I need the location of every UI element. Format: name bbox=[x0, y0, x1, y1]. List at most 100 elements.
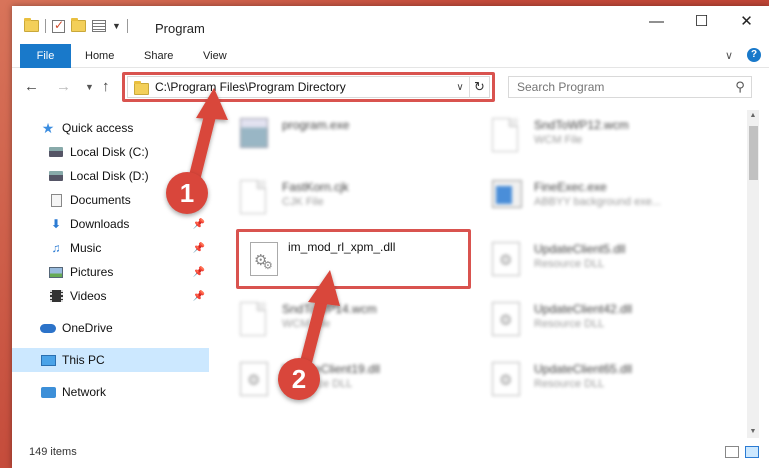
quick-access-toolbar: ▼ bbox=[24, 18, 128, 33]
sidebar-item-local-disk-c[interactable]: Local Disk (C:) bbox=[12, 140, 209, 164]
step-1-badge: 1 bbox=[166, 172, 208, 214]
sidebar-item-label: Local Disk (C:) bbox=[70, 145, 149, 159]
window-controls: — ☐ ✕ bbox=[634, 6, 769, 36]
search-input[interactable] bbox=[509, 80, 729, 94]
file-type: Resource DLL bbox=[534, 318, 605, 330]
file-item[interactable]: ⚙ UpdateClient5.dll Resource DLL bbox=[474, 236, 714, 288]
dll-icon: ⚙ bbox=[492, 362, 522, 400]
sidebar-item-label: Pictures bbox=[70, 265, 114, 279]
new-folder-icon[interactable] bbox=[71, 18, 86, 32]
minimize-button[interactable]: — bbox=[634, 6, 679, 36]
computer-icon bbox=[40, 353, 56, 367]
folder-icon bbox=[24, 18, 39, 32]
video-icon bbox=[48, 289, 64, 303]
address-highlight-box bbox=[122, 72, 495, 102]
file-icon bbox=[492, 118, 522, 156]
properties-icon[interactable] bbox=[92, 20, 106, 32]
file-item[interactable]: FastKorn.cjk CJK File bbox=[222, 174, 462, 226]
large-icons-view-icon[interactable] bbox=[745, 446, 759, 458]
file-name: FineExec.exe bbox=[534, 180, 607, 194]
view-toggle bbox=[725, 446, 759, 458]
cloud-icon bbox=[40, 321, 56, 335]
file-item[interactable]: ⚙ UpdateClient19.dll Resource DLL bbox=[222, 356, 462, 408]
navigation-bar: ← → ▼ ↑ C:\Program Files\Program Directo… bbox=[12, 68, 769, 104]
file-icon bbox=[240, 180, 270, 218]
close-button[interactable]: ✕ bbox=[724, 6, 769, 36]
file-name: UpdateClient5.dll bbox=[534, 242, 626, 256]
pin-icon[interactable]: 📌 bbox=[193, 291, 205, 302]
sidebar-item-onedrive[interactable]: OneDrive bbox=[12, 316, 209, 340]
sidebar-item-videos[interactable]: Videos 📌 bbox=[12, 284, 209, 308]
forward-arrow-icon[interactable]: → bbox=[56, 78, 71, 95]
file-item[interactable]: SndToWP14.wcm WCM File bbox=[222, 296, 462, 348]
file-item[interactable]: SndToWP12.wcm WCM File bbox=[474, 112, 714, 164]
sidebar-item-network[interactable]: Network bbox=[12, 380, 209, 404]
document-icon bbox=[48, 193, 64, 207]
pin-icon[interactable]: 📌 bbox=[193, 219, 205, 230]
search-icon[interactable]: ⚲ bbox=[729, 79, 751, 95]
file-type: WCM File bbox=[282, 318, 331, 330]
ribbon-right-controls: ∨ ? bbox=[725, 48, 761, 62]
file-type: Resource DLL bbox=[534, 378, 605, 390]
properties-check-icon[interactable] bbox=[52, 18, 65, 33]
file-type: ABBYY background exe... bbox=[534, 196, 661, 208]
file-name: UpdateClient65.dll bbox=[534, 362, 633, 376]
sidebar-item-label: Documents bbox=[70, 193, 131, 207]
sidebar-item-label: Videos bbox=[70, 289, 107, 303]
back-arrow-icon[interactable]: ← bbox=[24, 78, 39, 95]
ribbon-tabs: File Home Share View ∨ ? bbox=[12, 44, 769, 68]
file-type: CJK File bbox=[282, 196, 324, 208]
tab-share[interactable]: Share bbox=[144, 44, 173, 68]
star-icon: ★ bbox=[41, 119, 55, 136]
navigation-pane: ★ Quick access Local Disk (C:) Local Dis… bbox=[12, 110, 212, 430]
explorer-window: ▼ Program — ☐ ✕ File Home Share View ∨ ?… bbox=[12, 6, 769, 468]
scroll-down-arrow-icon[interactable]: ▼ bbox=[747, 426, 759, 438]
file-item[interactable]: ⚙ UpdateClient42.dll Resource DLL bbox=[474, 296, 714, 348]
customize-toolbar-chevron-down-icon[interactable]: ▼ bbox=[112, 21, 121, 31]
pin-icon[interactable]: 📌 bbox=[193, 267, 205, 278]
maximize-button[interactable]: ☐ bbox=[679, 6, 724, 36]
tab-view[interactable]: View bbox=[203, 44, 227, 68]
sidebar-item-this-pc[interactable]: This PC bbox=[12, 348, 209, 372]
file-type: Resource DLL bbox=[534, 258, 605, 270]
tab-file[interactable]: File bbox=[20, 44, 71, 68]
sidebar-item-label: OneDrive bbox=[62, 321, 113, 335]
window-title: Program bbox=[155, 21, 205, 36]
file-name: SndToWP12.wcm bbox=[534, 118, 629, 132]
help-icon[interactable]: ? bbox=[747, 48, 761, 62]
sidebar-item-label: Local Disk (D:) bbox=[70, 169, 149, 183]
status-bar: 149 items bbox=[12, 438, 769, 468]
pin-icon[interactable]: 📌 bbox=[193, 243, 205, 254]
network-icon bbox=[40, 385, 56, 399]
drive-icon bbox=[48, 145, 64, 159]
scrollbar-thumb[interactable] bbox=[749, 126, 758, 180]
step-2-badge: 2 bbox=[278, 358, 320, 400]
item-count: 149 items bbox=[29, 446, 77, 458]
file-item[interactable]: FineExec.exe ABBYY background exe... bbox=[474, 174, 714, 226]
tab-home[interactable]: Home bbox=[85, 44, 114, 68]
recent-locations-chevron-down-icon[interactable]: ▼ bbox=[85, 82, 94, 92]
file-name: FastKorn.cjk bbox=[282, 180, 349, 194]
sidebar-item-pictures[interactable]: Pictures 📌 bbox=[12, 260, 209, 284]
music-icon: ♫ bbox=[51, 241, 61, 255]
sidebar-item-quick-access[interactable]: ★ Quick access bbox=[12, 116, 209, 140]
search-box[interactable]: ⚲ bbox=[508, 76, 752, 98]
sidebar-item-music[interactable]: ♫ Music 📌 bbox=[12, 236, 209, 260]
pictures-icon bbox=[48, 265, 64, 279]
scroll-up-arrow-icon[interactable]: ▲ bbox=[747, 110, 759, 122]
download-icon: ⬇ bbox=[50, 217, 62, 231]
dll-icon: ⚙ bbox=[240, 362, 270, 400]
sidebar-item-downloads[interactable]: ⬇ Downloads 📌 bbox=[12, 212, 209, 236]
file-name: program.exe bbox=[282, 118, 350, 132]
sidebar-item-label: Music bbox=[70, 241, 102, 255]
drive-icon bbox=[48, 169, 64, 183]
file-item[interactable]: program.exe bbox=[222, 112, 462, 164]
up-arrow-icon[interactable]: ↑ bbox=[102, 78, 110, 95]
file-item[interactable]: ⚙ UpdateClient65.dll Resource DLL bbox=[474, 356, 714, 408]
file-icon bbox=[240, 302, 270, 340]
details-view-icon[interactable] bbox=[725, 446, 739, 458]
exe-icon bbox=[240, 118, 270, 156]
expand-ribbon-chevron-icon[interactable]: ∨ bbox=[725, 49, 733, 62]
file-highlight-box bbox=[236, 229, 471, 289]
file-type: WCM File bbox=[534, 134, 583, 146]
